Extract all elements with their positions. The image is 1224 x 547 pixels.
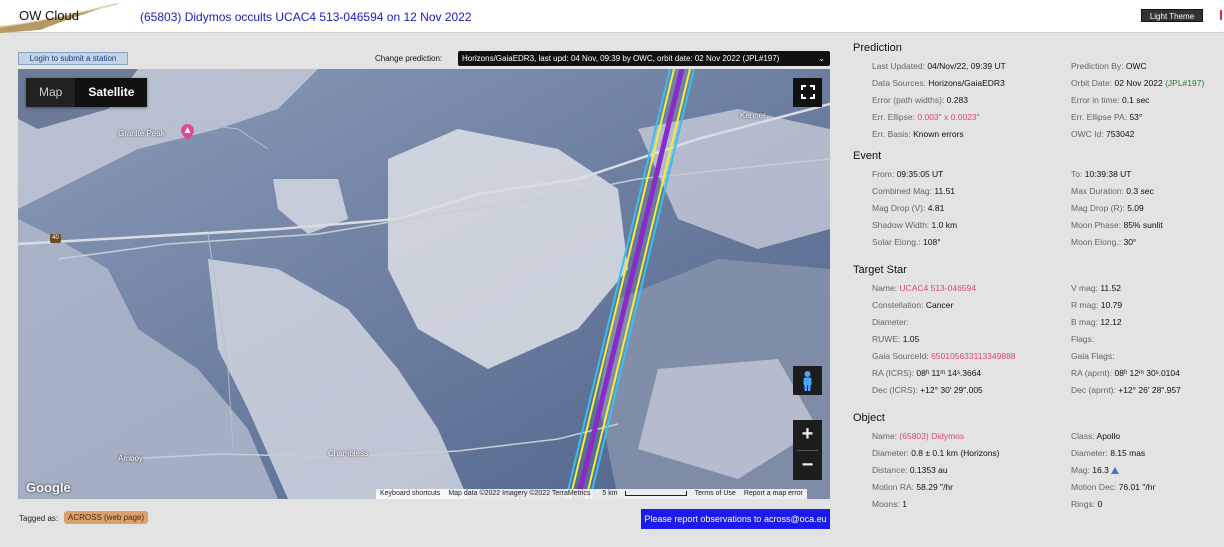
map-type-satellite-button[interactable]: Satellite xyxy=(75,78,148,107)
gaia-flags-row: Gaia Flags: xyxy=(1071,351,1115,361)
scale-indicator[interactable]: 5 km xyxy=(594,489,690,499)
section-title-event: Event xyxy=(853,150,882,162)
tagged-label: Tagged as: xyxy=(19,514,59,523)
route-shield-icon: 40 xyxy=(50,234,61,243)
object-mag-row: Mag: 16.3 xyxy=(1071,465,1119,475)
object-ang-diameter-row: Diameter: 8.15 mas xyxy=(1071,448,1146,458)
terms-link[interactable]: Terms of Use xyxy=(691,489,740,499)
error-path-row: Error (path widths): 0.283 xyxy=(872,95,968,105)
vmag-row: V mag: 11.52 xyxy=(1071,283,1121,293)
map-label-chambless: Chambless xyxy=(328,449,369,458)
map-label-kenner: Kenner xyxy=(740,111,766,120)
moon-elong-row: Moon Elong.: 30° xyxy=(1071,237,1137,247)
light-theme-button[interactable]: Light Theme xyxy=(1141,9,1203,22)
chevron-down-icon: ⌄ xyxy=(818,54,825,63)
bmag-row: B mag: 12.12 xyxy=(1071,317,1122,327)
zoom-out-button[interactable]: − xyxy=(793,451,822,481)
gaia-sourceid-link[interactable]: 650105633113349888 xyxy=(931,351,1015,361)
moons-row: Moons: 1 xyxy=(872,499,907,509)
solar-elong-row: Solar Elong.: 108° xyxy=(872,237,941,247)
ra-aprnt-row: RA (aprnt): 08ʰ 12ᵐ 30ˢ.0104 xyxy=(1071,368,1180,378)
rmag-row: R mag: 10.79 xyxy=(1071,300,1123,310)
map-pin-icon[interactable] xyxy=(181,124,194,140)
map-label-amboy: Amboy xyxy=(118,454,143,463)
moon-phase-row: Moon Phase: 85% sunlit xyxy=(1071,220,1163,230)
distance-row: Distance: 0.1353 au xyxy=(872,465,948,475)
object-name-link[interactable]: (65803) Didymos xyxy=(899,431,964,441)
ra-icrs-row: RA (ICRS): 08ʰ 11ᵐ 14ˢ.3664 xyxy=(872,368,982,378)
event-to-row: To: 10:39:38 UT xyxy=(1071,169,1132,179)
logo-text: OW Cloud xyxy=(19,8,79,23)
motion-dec-row: Motion Dec: 76.01 "/hr xyxy=(1071,482,1156,492)
section-title-prediction: Prediction xyxy=(853,42,902,54)
star-diameter-row: Diameter: xyxy=(872,317,909,327)
dec-icrs-row: Dec (ICRS): +12° 30′ 29″.005 xyxy=(872,385,983,395)
prediction-by-row: Prediction By: OWC xyxy=(1071,61,1147,71)
satellite-map[interactable]: Granite Peak Kenner Amboy Chambless 40 M… xyxy=(18,69,830,499)
mag-drop-v-row: Mag Drop (V): 4.81 xyxy=(872,203,945,213)
gaia-sourceid-row: Gaia SourceId: 650105633113349888 xyxy=(872,351,1016,361)
change-prediction-label: Change prediction: xyxy=(375,54,443,63)
object-name-row: Name: (65803) Didymos xyxy=(872,431,965,441)
logo[interactable]: OW Cloud xyxy=(0,0,122,33)
map-type-map-button[interactable]: Map xyxy=(26,78,76,107)
prediction-select-value: Horizons/GaiaEDR3, last upd: 04 Nov, 09:… xyxy=(462,54,780,63)
rings-row: Rings: 0 xyxy=(1071,499,1103,509)
combined-mag-row: Combined Mag: 11.51 xyxy=(872,186,956,196)
section-title-target-star: Target Star xyxy=(853,264,907,276)
fullscreen-icon xyxy=(800,85,815,99)
tag-badge[interactable]: ACROSS (web page) xyxy=(64,511,149,524)
zoom-control: + − xyxy=(793,420,822,480)
scale-text: 5 km xyxy=(602,490,618,497)
header-bar: OW Cloud (65803) Didymos occults UCAC4 5… xyxy=(0,0,1224,33)
map-attribution: Keyboard shortcuts Map data ©2022 Imager… xyxy=(376,489,807,499)
mag-drop-r-row: Mag Drop (R): 5.09 xyxy=(1071,203,1144,213)
event-from-row: From: 09:35:05 UT xyxy=(872,169,944,179)
err-ellipse-pa-row: Err. Ellipse PA: 53° xyxy=(1071,112,1143,122)
err-ellipse-row: Err. Ellipse: 0.003" x 0.0023" xyxy=(872,112,980,122)
dec-aprnt-row: Dec (aprnt): +12° 26′ 28″.957 xyxy=(1071,385,1181,395)
err-basis-row: Err. Basis: Known errors xyxy=(872,129,964,139)
warning-triangle-icon[interactable] xyxy=(1110,467,1119,474)
last-updated-row: Last Updated: 04/Nov/22, 09:39 UT xyxy=(872,61,1006,71)
flags-row: Flags: xyxy=(1071,334,1095,344)
scale-bar xyxy=(624,490,687,496)
shadow-width-row: Shadow Width: 1.0 km xyxy=(872,220,958,230)
login-button[interactable]: Login to submit a station xyxy=(18,52,128,65)
orbit-date-row: Orbit Date: 02 Nov 2022 (JPL#197) xyxy=(1071,78,1205,88)
report-observations-button[interactable]: Please report observations to across@oca… xyxy=(641,509,830,529)
pegman-icon xyxy=(803,371,812,391)
constellation-row: Constellation: Cancer xyxy=(872,300,954,310)
max-duration-row: Max Duration: 0.3 sec xyxy=(1071,186,1154,196)
google-logo[interactable]: Google xyxy=(26,480,71,495)
map-data-text: Map data ©2022 Imagery ©2022 TerraMetric… xyxy=(448,490,591,497)
star-name-row: Name: UCAC4 513-046594 xyxy=(872,283,976,293)
orbit-jpl-link[interactable]: (JPL#197) xyxy=(1165,78,1204,88)
ruwe-row: RUWE: 1.05 xyxy=(872,334,920,344)
data-sources-row: Data Sources: Horizons/GaiaEDR3 xyxy=(872,78,1005,88)
object-diameter-row: Diameter: 0.8 ± 0.1 km (Horizons) xyxy=(872,448,1000,458)
report-map-error-link[interactable]: Report a map error xyxy=(740,489,807,499)
zoom-in-button[interactable]: + xyxy=(793,420,822,450)
section-title-object: Object xyxy=(853,412,885,424)
error-time-row: Error in time: 0.1 sec xyxy=(1071,95,1150,105)
owc-id-row: OWC Id: 753042 xyxy=(1071,129,1135,139)
prediction-select[interactable]: Horizons/GaiaEDR3, last upd: 04 Nov, 09:… xyxy=(458,51,830,66)
star-name-link[interactable]: UCAC4 513-046594 xyxy=(899,283,976,293)
street-view-pegman-button[interactable] xyxy=(793,366,822,395)
object-class-row: Class: Apollo xyxy=(1071,431,1121,441)
map-type-control: Map Satellite xyxy=(26,78,148,107)
motion-ra-row: Motion RA: 58.29 "/hr xyxy=(872,482,953,492)
fullscreen-button[interactable] xyxy=(793,78,822,107)
page-title: (65803) Didymos occults UCAC4 513-046594… xyxy=(140,10,472,24)
map-label-granite-peak: Granite Peak xyxy=(118,129,165,138)
edge-marker xyxy=(1220,10,1222,20)
keyboard-shortcuts-link[interactable]: Keyboard shortcuts xyxy=(376,489,444,499)
